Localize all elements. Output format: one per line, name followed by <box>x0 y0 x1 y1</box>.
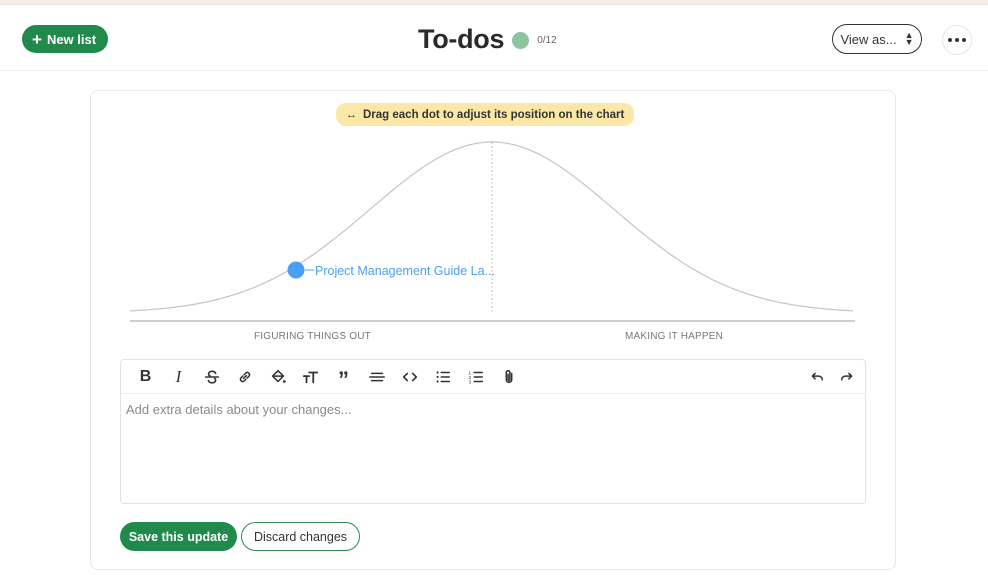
highlight-button[interactable] <box>261 364 294 390</box>
title-group: To-dos 0/12 <box>418 21 557 57</box>
strikethrough-button[interactable] <box>195 364 228 390</box>
drag-hint-text: Drag each dot to adjust its position on … <box>363 108 625 121</box>
undo-button[interactable] <box>799 364 832 390</box>
more-options-button[interactable] <box>942 25 972 55</box>
new-list-label: New list <box>46 31 97 47</box>
discard-changes-button[interactable]: Discard changes <box>241 522 360 551</box>
progress-dot-icon <box>512 32 530 49</box>
editor-toolbar: B I ” 123 <box>121 360 865 394</box>
code-button[interactable] <box>393 364 426 390</box>
update-editor: B I ” 123 <box>120 359 866 504</box>
view-as-button[interactable]: View as... ▲ ▼ <box>832 24 922 54</box>
ellipsis-icon <box>948 38 966 42</box>
italic-icon: I <box>175 366 182 386</box>
plus-icon: + <box>32 29 42 49</box>
svg-text:3: 3 <box>468 379 471 385</box>
editor-body <box>121 394 865 504</box>
horizontal-rule-icon <box>368 372 385 381</box>
bold-button[interactable]: B <box>129 364 162 390</box>
save-update-button[interactable]: Save this update <box>120 522 237 551</box>
updown-chevron-icon: ▲ ▼ <box>904 30 914 47</box>
axis-label-left: FIGURING THINGS OUT <box>254 331 371 342</box>
italic-button[interactable]: I <box>162 364 195 390</box>
hill-item-dot[interactable] <box>287 261 305 279</box>
numbered-list-button[interactable]: 123 <box>459 364 492 390</box>
update-details-input[interactable] <box>126 402 860 496</box>
bold-icon: B <box>139 367 152 385</box>
new-list-button[interactable]: + New list <box>22 25 109 53</box>
bullet-list-icon <box>436 370 450 383</box>
text-size-icon <box>302 371 318 383</box>
drag-hint-badge: ↔ Drag each dot to adjust its position o… <box>336 103 635 126</box>
redo-button[interactable] <box>831 364 864 390</box>
link-button[interactable] <box>228 364 261 390</box>
horizontal-rule-button[interactable] <box>360 364 393 390</box>
paint-bucket-icon <box>271 369 286 383</box>
axis-label-right: MAKING IT HAPPEN <box>625 331 724 342</box>
quote-button[interactable]: ” <box>327 364 360 390</box>
undo-icon <box>811 372 823 381</box>
left-right-arrow-icon: ↔ <box>346 108 357 121</box>
header: + New list To-dos 0/12 View as... ▲ ▼ <box>0 5 988 71</box>
link-icon <box>239 371 250 382</box>
quote-icon: ” <box>338 366 349 392</box>
bullet-list-button[interactable] <box>426 364 459 390</box>
paperclip-icon <box>505 369 512 383</box>
attachment-button[interactable] <box>492 364 525 390</box>
progress-count: 0/12 <box>537 35 557 46</box>
view-as-label: View as... <box>840 31 897 47</box>
strikethrough-icon <box>204 370 219 384</box>
page-title: To-dos <box>418 23 505 54</box>
redo-icon <box>840 372 852 381</box>
text-size-button[interactable] <box>294 364 327 390</box>
code-icon <box>402 372 417 381</box>
numbered-list-icon: 123 <box>468 370 483 385</box>
